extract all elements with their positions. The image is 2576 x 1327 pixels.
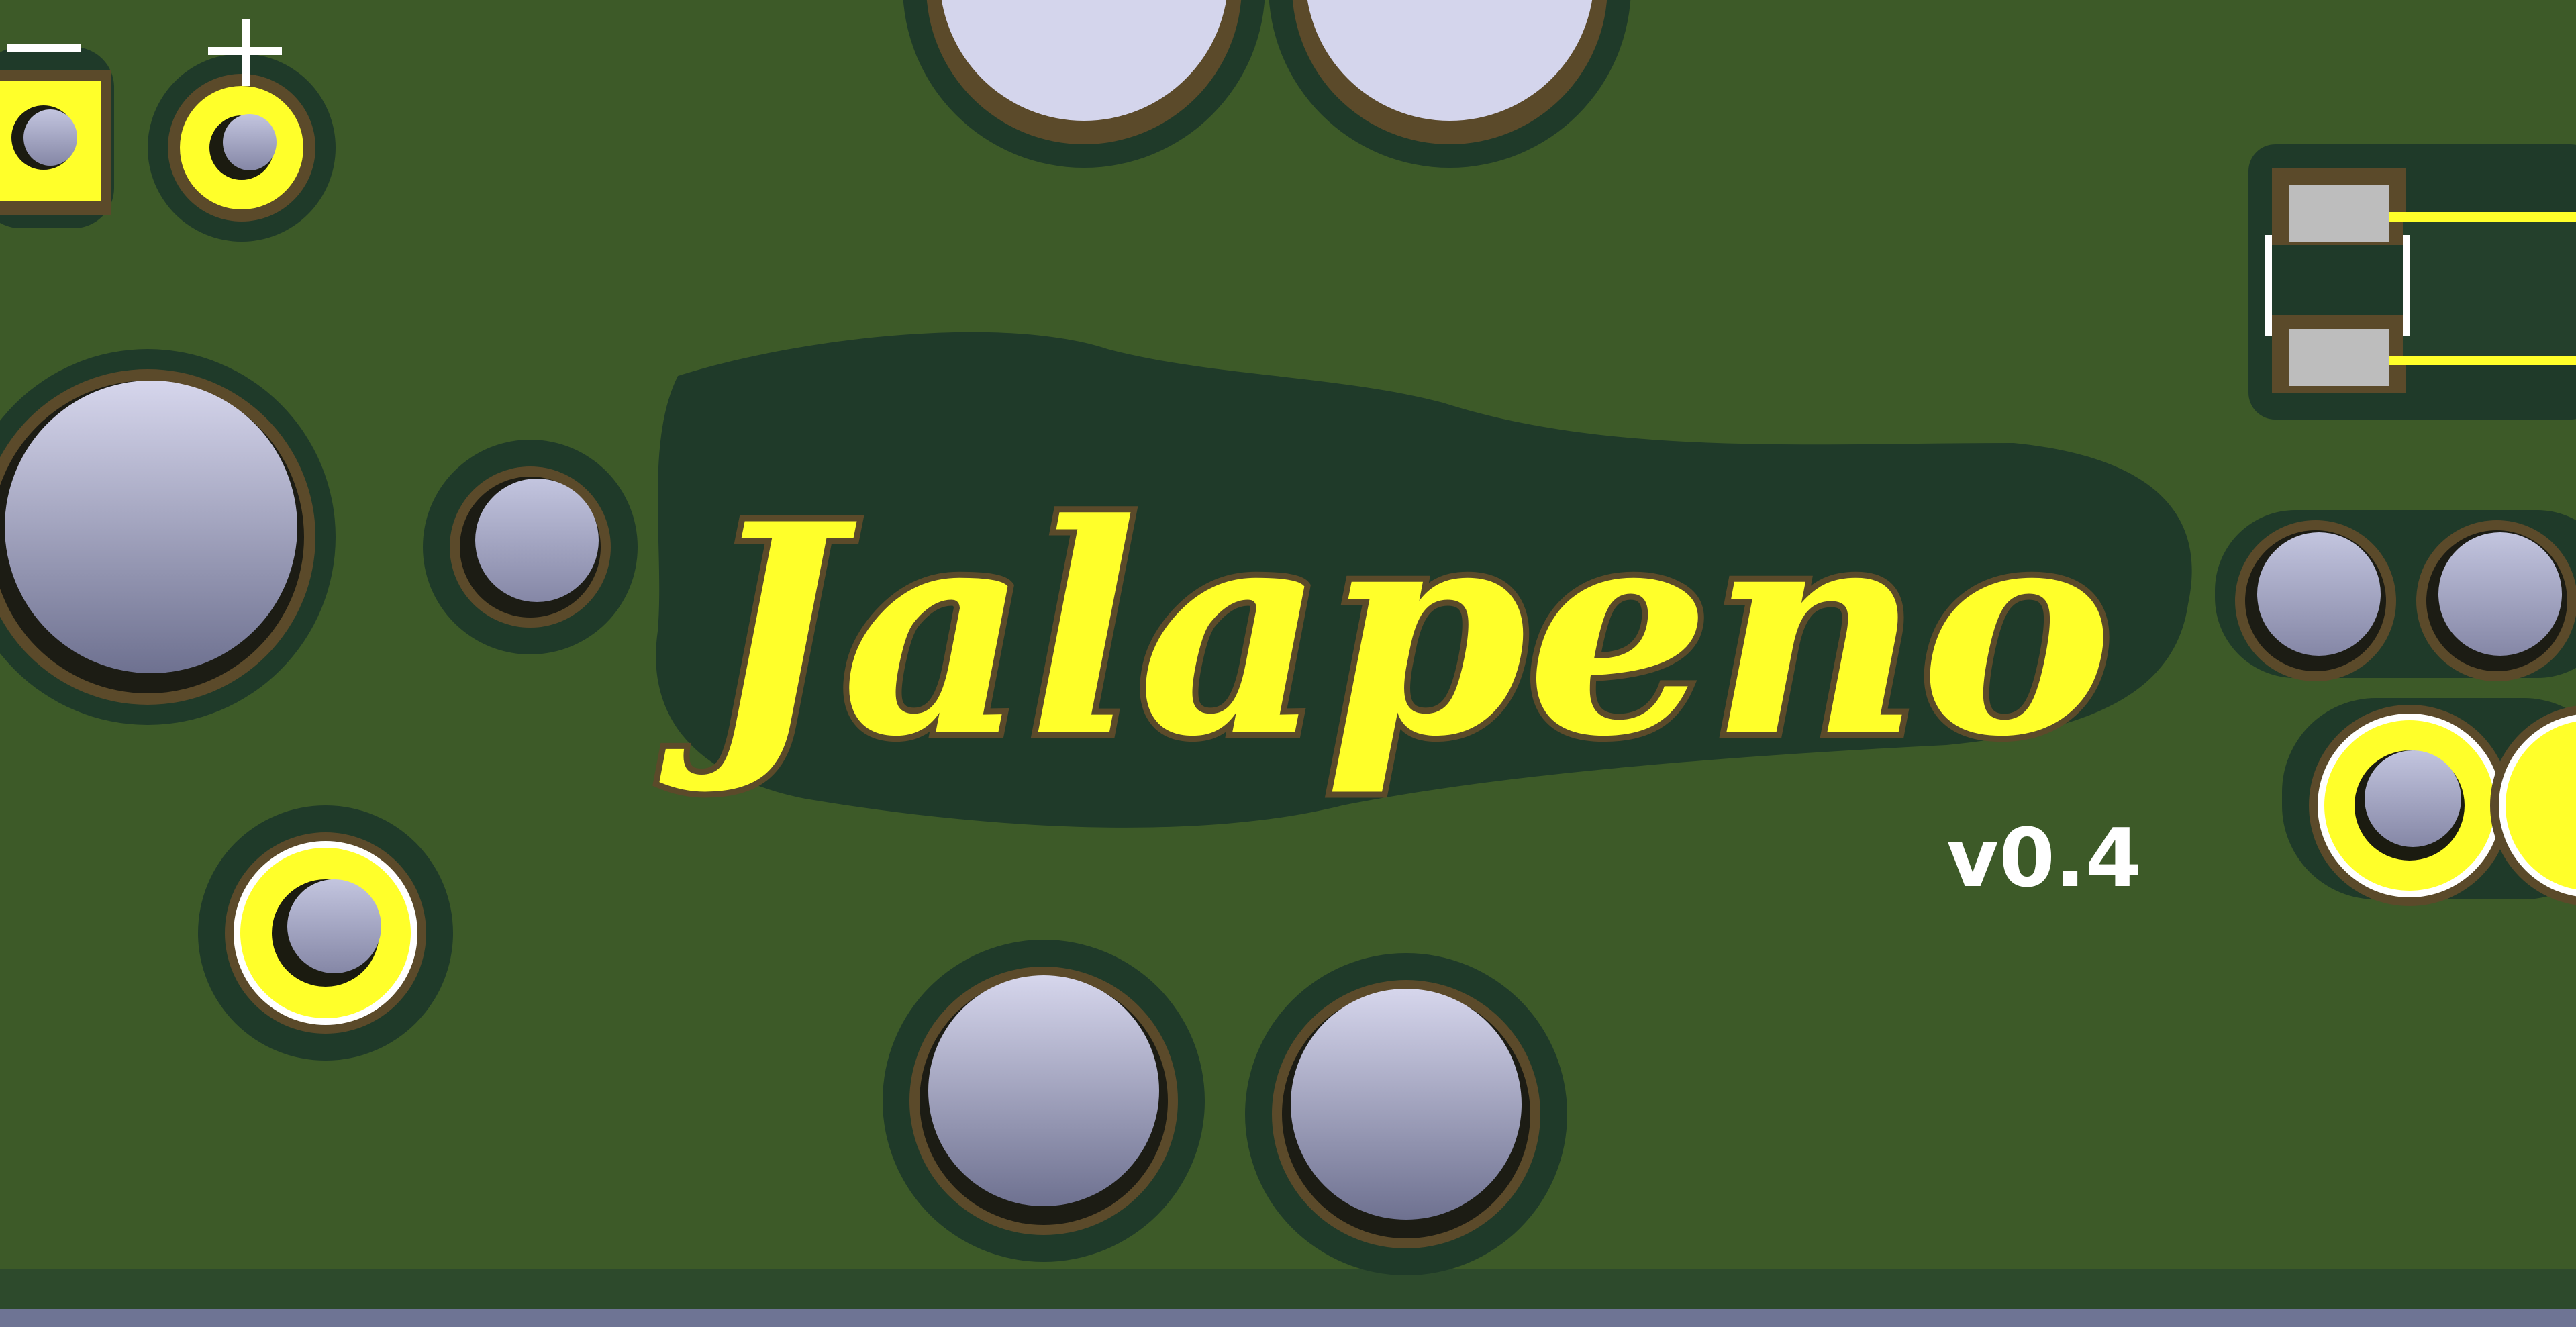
pcb-board: − +: [0, 0, 2576, 1327]
plated-via-left: [198, 805, 453, 1061]
logo-text: Jalapeno: [655, 461, 2113, 800]
small-hole-left: [423, 440, 638, 654]
smd-resistor: [2248, 144, 2576, 420]
pcb-render-scene: − +: [0, 0, 2576, 1327]
version-label: v0.4: [1946, 812, 2142, 905]
board-edge-shadow: [0, 1309, 2576, 1327]
